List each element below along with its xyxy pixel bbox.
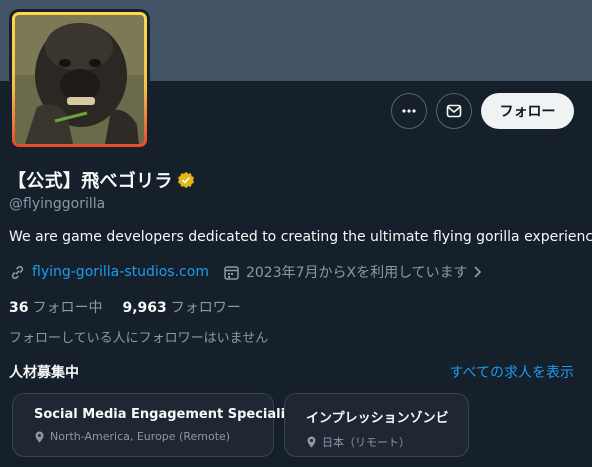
more-horizontal-icon xyxy=(402,109,416,113)
following-label: フォロー中 xyxy=(32,300,103,316)
link-icon xyxy=(9,264,26,281)
job-location: 日本（リモート） xyxy=(306,434,468,450)
see-all-jobs-link[interactable]: すべての求人を表示 xyxy=(450,362,574,382)
location-pin-icon xyxy=(34,431,45,443)
calendar-icon xyxy=(223,264,240,281)
chevron-right-icon[interactable] xyxy=(473,265,483,279)
verified-badge-icon[interactable] xyxy=(177,171,195,189)
profile-bio: We are game developers dedicated to crea… xyxy=(9,229,592,245)
profile-meta-row: flying-gorilla-studios.com 2023年7月からXを利用… xyxy=(9,262,483,282)
envelope-icon xyxy=(446,104,462,118)
following-count: 36 xyxy=(9,300,29,316)
job-location-text: 日本（リモート） xyxy=(322,436,410,449)
avatar[interactable] xyxy=(9,9,150,150)
joined-date[interactable]: 2023年7月からXを利用しています xyxy=(246,262,468,282)
counts-spacer xyxy=(102,297,122,317)
location-pin-icon xyxy=(306,436,317,448)
display-name-row: 【公式】飛べゴリラ xyxy=(8,167,195,193)
jobs-heading: 人材募集中 xyxy=(9,365,79,381)
following-count-link[interactable]: 36 フォロー中 xyxy=(9,297,102,317)
followers-count-link[interactable]: 9,963 フォロワー xyxy=(122,297,240,317)
website-link[interactable]: flying-gorilla-studios.com xyxy=(32,264,209,280)
message-button[interactable] xyxy=(436,93,472,129)
follow-counts: 36 フォロー中 9,963 フォロワー xyxy=(9,297,241,317)
job-location-text: North-America, Europe (Remote) xyxy=(50,430,231,443)
display-name: 【公式】飛べゴリラ xyxy=(8,171,173,192)
followers-count: 9,963 xyxy=(122,300,167,316)
gorilla-avatar-image xyxy=(15,15,144,144)
mutual-followers-note: フォローしている人にフォロワーはいません xyxy=(9,331,269,346)
job-card[interactable]: Social Media Engagement Specialist North… xyxy=(12,393,300,457)
job-title: Social Media Engagement Specialist xyxy=(34,407,300,422)
more-options-button[interactable] xyxy=(391,93,427,129)
avatar-frame xyxy=(12,12,147,147)
job-card[interactable]: インプレッションゾンビ 日本（リモート） xyxy=(284,393,469,457)
followers-label: フォロワー xyxy=(170,300,241,316)
user-handle: @flyinggorilla xyxy=(9,196,106,212)
job-location: North-America, Europe (Remote) xyxy=(34,430,273,443)
job-title: インプレッションゾンビ xyxy=(306,411,449,426)
follow-button[interactable]: フォロー xyxy=(481,93,574,129)
